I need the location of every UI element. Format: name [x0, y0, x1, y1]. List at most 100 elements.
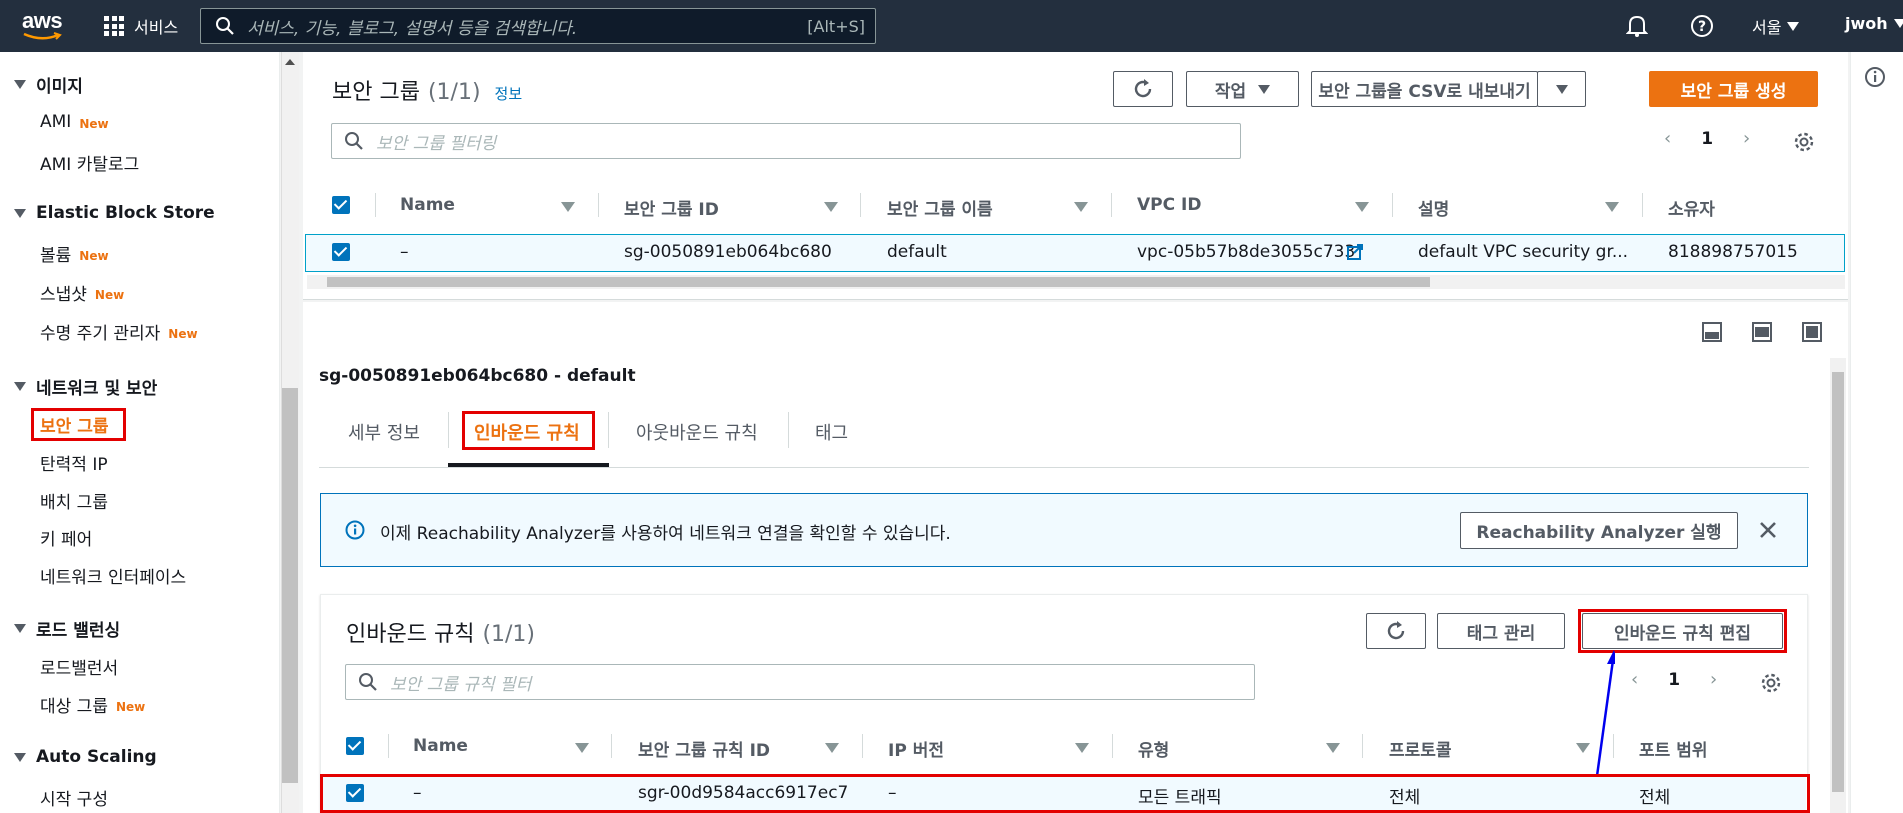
close-icon[interactable] [1759, 521, 1777, 539]
inbound-rules-filter-input[interactable]: 보안 그룹 규칙 필터 [345, 664, 1255, 700]
actions-button[interactable]: 작업 [1186, 71, 1299, 107]
sidebar-item-launch-configurations[interactable]: 시작 구성 [40, 785, 108, 810]
tab-details[interactable]: 세부 정보 [348, 419, 420, 445]
rule-ip-version: – [888, 783, 897, 803]
rule-row-checkbox[interactable] [346, 784, 364, 802]
caret-down-icon [1787, 21, 1800, 31]
sidebar-item-lifecycle-manager[interactable]: 수명 주기 관리자 New [40, 319, 198, 344]
row-vpc-link[interactable]: vpc-05b57b8de3055c733 [1137, 242, 1355, 262]
info-panel-icon[interactable] [1864, 66, 1886, 88]
prev-page-icon[interactable]: ‹ [1631, 669, 1638, 690]
column-header-ip-version[interactable]: IP 버전 [888, 736, 944, 761]
bell-icon[interactable] [1626, 14, 1648, 38]
run-reachability-analyzer-button[interactable]: Reachability Analyzer 실행 [1460, 512, 1738, 549]
prev-page-icon[interactable]: ‹ [1664, 128, 1671, 149]
select-all-checkbox[interactable] [332, 196, 350, 214]
row-checkbox[interactable] [332, 243, 350, 261]
sidebar-item-ami[interactable]: AMI New [40, 112, 109, 132]
aws-logo[interactable]: aws [22, 8, 63, 34]
next-page-icon[interactable]: › [1743, 128, 1750, 149]
layout-full-icon[interactable] [1802, 322, 1822, 342]
settings-gear-icon[interactable] [1760, 672, 1782, 694]
security-group-filter-input[interactable]: 보안 그룹 필터링 [331, 123, 1241, 159]
column-separator [860, 193, 861, 217]
select-all-rules-checkbox[interactable] [346, 737, 364, 755]
create-security-group-button[interactable]: 보안 그룹 생성 [1649, 71, 1818, 107]
column-header-owner[interactable]: 소유자 [1668, 195, 1715, 220]
caret-down-icon [14, 752, 26, 762]
sidebar-section-auto-scaling[interactable]: Auto Scaling [14, 747, 157, 767]
sidebar-item-load-balancers[interactable]: 로드밸런서 [40, 654, 118, 679]
sidebar-scrollbar-thumb[interactable] [282, 388, 298, 783]
account-menu[interactable]: jwoh [1845, 14, 1903, 33]
sidebar-section-images[interactable]: 이미지 [14, 72, 83, 97]
column-header-sg-id[interactable]: 보안 그룹 ID [624, 195, 719, 220]
column-header-protocol[interactable]: 프로토콜 [1389, 736, 1452, 761]
details-scrollbar-thumb[interactable] [1832, 372, 1844, 792]
sort-icon[interactable] [1326, 743, 1340, 753]
sort-icon[interactable] [1355, 202, 1369, 212]
sort-icon[interactable] [1074, 202, 1088, 212]
sidebar-item-elastic-ip[interactable]: 탄력적 IP [40, 450, 108, 475]
column-header-vpc-id[interactable]: VPC ID [1137, 195, 1201, 215]
tab-tags[interactable]: 태그 [815, 419, 848, 445]
region-label: 서울 [1752, 18, 1782, 37]
layout-side-icon[interactable] [1752, 322, 1772, 342]
rule-name: – [413, 783, 422, 803]
external-link-icon[interactable] [1346, 243, 1364, 261]
inbound-refresh-button[interactable] [1366, 613, 1426, 649]
right-help-rail [1850, 52, 1903, 813]
sidebar-section-load-balancing[interactable]: 로드 밸런싱 [14, 616, 120, 641]
search-icon [345, 132, 363, 150]
export-dropdown-button[interactable] [1537, 71, 1586, 107]
sort-icon[interactable] [1605, 202, 1619, 212]
inbound-count: (1/1) [482, 622, 536, 647]
tab-separator [608, 412, 609, 448]
sidebar-section-network-security[interactable]: 네트워크 및 보안 [14, 374, 157, 399]
sidebar-item-volumes[interactable]: 볼륨 New [40, 241, 109, 266]
new-badge: New [79, 248, 109, 263]
sort-icon[interactable] [575, 743, 589, 753]
sidebar-section-ebs[interactable]: Elastic Block Store [14, 203, 215, 223]
column-header-name[interactable]: Name [400, 195, 455, 215]
column-header-sg-name[interactable]: 보안 그룹 이름 [887, 195, 993, 220]
sidebar-item-network-interfaces[interactable]: 네트워크 인터페이스 [40, 563, 186, 588]
refresh-button[interactable] [1113, 71, 1173, 107]
row-sg-id-link[interactable]: sg-0050891eb064bc680 [624, 242, 832, 262]
sidebar-item-key-pairs[interactable]: 키 페어 [40, 525, 92, 550]
page-number[interactable]: 1 [1668, 670, 1680, 690]
column-header-rule-id[interactable]: 보안 그룹 규칙 ID [638, 736, 770, 761]
column-header-type[interactable]: 유형 [1138, 736, 1169, 761]
column-header-rule-name[interactable]: Name [413, 736, 468, 756]
export-csv-button[interactable]: 보안 그룹을 CSV로 내보내기 [1311, 71, 1538, 107]
column-separator [1392, 193, 1393, 217]
sort-icon[interactable] [561, 202, 575, 212]
security-groups-header: 보안 그룹 (1/1) 정보 [332, 74, 522, 106]
sidebar-item-ami-catalog[interactable]: AMI 카탈로그 [40, 150, 139, 175]
scroll-up-arrow-icon[interactable] [284, 58, 296, 66]
sidebar-item-placement-groups[interactable]: 배치 그룹 [40, 488, 108, 513]
sort-icon[interactable] [1576, 743, 1590, 753]
sort-icon[interactable] [1075, 743, 1089, 753]
next-page-icon[interactable]: › [1710, 669, 1717, 690]
sidebar-item-target-groups[interactable]: 대상 그룹 New [40, 692, 145, 717]
sort-icon[interactable] [824, 202, 838, 212]
column-separator [1111, 193, 1112, 217]
settings-gear-icon[interactable] [1793, 131, 1815, 153]
page-number[interactable]: 1 [1701, 129, 1713, 149]
sidebar-item-snapshots[interactable]: 스냅샷 New [40, 280, 124, 305]
column-header-port-range[interactable]: 포트 범위 [1639, 736, 1707, 761]
column-header-description[interactable]: 설명 [1418, 195, 1449, 220]
sort-icon[interactable] [825, 743, 839, 753]
tab-outbound-rules[interactable]: 아웃바운드 규칙 [636, 419, 758, 445]
layout-bottom-icon[interactable] [1702, 322, 1722, 342]
search-placeholder: 서비스, 기능, 블로그, 설명서 등을 검색합니다. [247, 18, 578, 39]
services-menu[interactable]: 서비스 [104, 14, 178, 38]
aws-smile-icon [23, 32, 62, 40]
info-link[interactable]: 정보 [495, 83, 523, 104]
help-icon[interactable]: ? [1690, 14, 1714, 38]
horizontal-scrollbar-thumb[interactable] [327, 277, 1430, 287]
manage-tags-button[interactable]: 태그 관리 [1437, 613, 1565, 649]
region-selector[interactable]: 서울 [1752, 14, 1800, 38]
global-search-input[interactable]: 서비스, 기능, 블로그, 설명서 등을 검색합니다. [Alt+S] [200, 8, 876, 44]
